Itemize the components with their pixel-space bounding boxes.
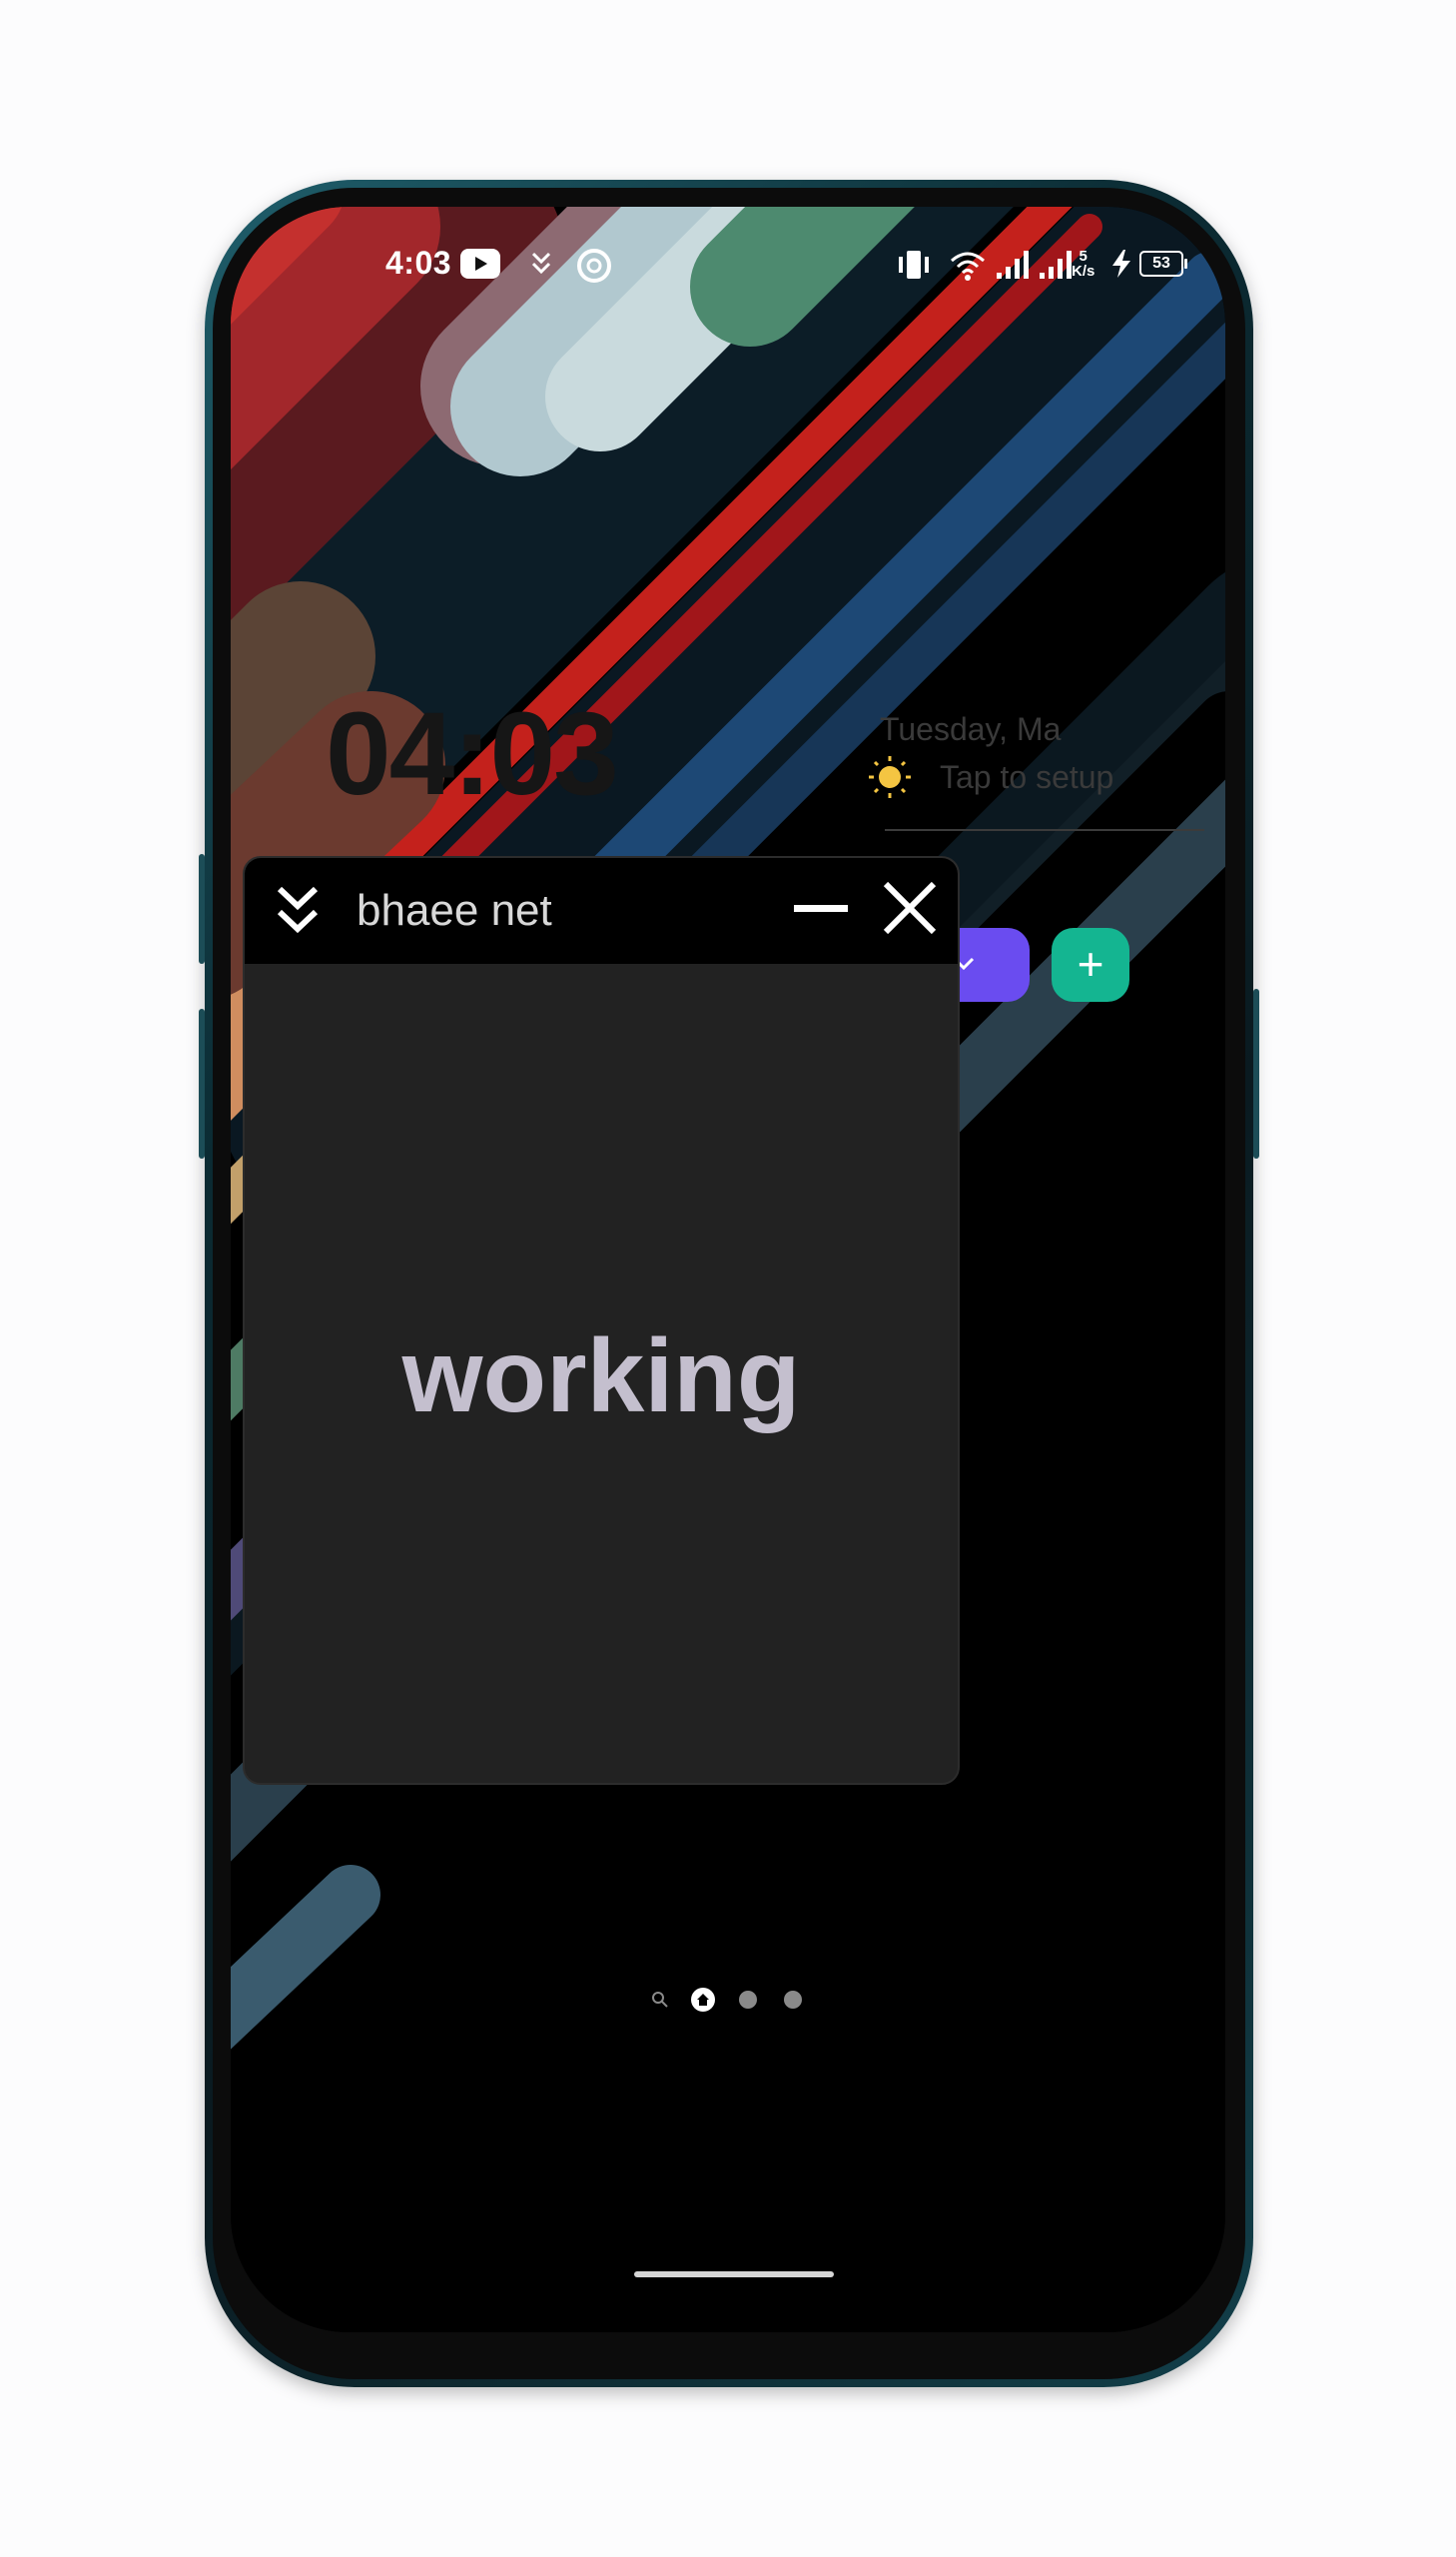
power-button [1253,989,1259,1159]
battery-icon: 53 [1139,251,1187,277]
double-chevron-down-icon [531,252,551,275]
page-dot[interactable] [784,1991,802,2009]
floating-window-titlebar[interactable]: bhaee net [245,858,958,964]
weather-setup-label[interactable]: Tap to setup [940,759,1113,796]
network-speed: 5 K/s [1072,249,1094,279]
home-clock[interactable]: 04:03 [326,686,619,822]
date-label[interactable]: Tuesday, Ma [880,711,1061,748]
phone-screen: 4:03 5 K/s 53 04:03 Tuesday, Ma Tap to s… [231,207,1225,2332]
status-time: 4:03 [385,245,452,281]
add-button[interactable]: + [1052,928,1129,1002]
floating-window-content: working [401,1318,801,1434]
vibrate-icon [899,251,929,279]
signal-icon [997,251,1029,279]
double-chevron-down-icon[interactable] [275,884,321,938]
divider [885,829,1204,831]
home-icon [697,1994,709,2006]
network-speed-value: 5 [1079,248,1088,265]
status-bar: 4:03 5 K/s 53 [231,207,1225,317]
close-icon[interactable] [882,880,938,936]
circle-app-icon [577,249,611,283]
wifi-icon [951,252,985,281]
page-indicator[interactable] [231,1980,1225,2020]
network-speed-unit: K/s [1072,263,1095,280]
home-gesture-bar[interactable] [634,2271,834,2277]
volume-button [199,1009,205,1159]
sun-icon [869,756,911,798]
youtube-icon [460,249,500,279]
page-dot-active[interactable] [691,1988,715,2012]
floating-window-title: bhaee net [357,886,552,935]
charging-icon [1112,250,1130,278]
floating-window[interactable]: bhaee net working [243,856,960,1785]
volume-button [199,854,205,964]
page-dot[interactable] [739,1991,757,2009]
minus-icon[interactable] [794,902,848,916]
search-icon[interactable] [651,1991,669,2009]
